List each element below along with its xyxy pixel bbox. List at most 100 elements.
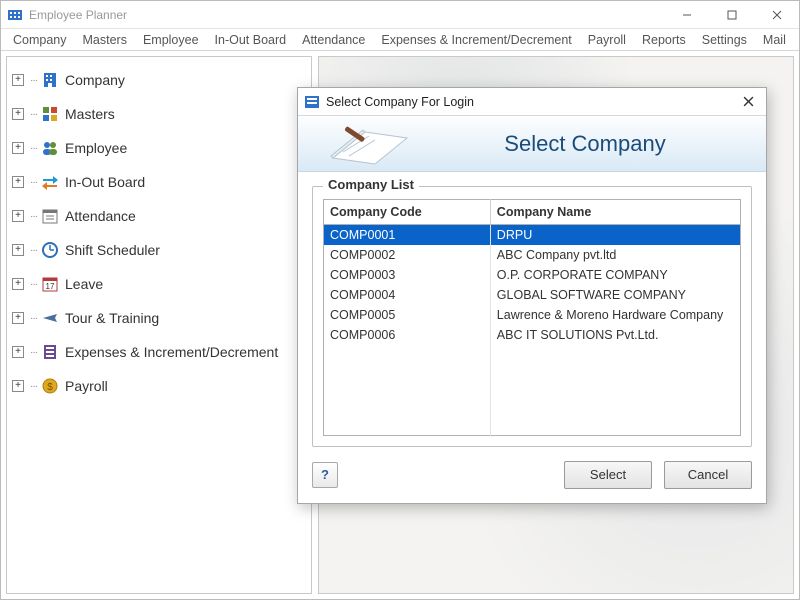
table-row: [324, 399, 741, 417]
clock-icon: [41, 241, 59, 259]
tree-item[interactable]: +···17Leave: [10, 267, 308, 301]
tree-item[interactable]: + ··· Employee: [10, 131, 308, 165]
menu-employee[interactable]: Employee: [135, 31, 207, 49]
notebook-icon: [308, 120, 418, 168]
select-company-dialog: Select Company For Login Select Company …: [297, 87, 767, 504]
tree-connector: ···: [30, 347, 37, 358]
tree-item-label: Employee: [65, 140, 127, 156]
tree-item-label: Masters: [65, 106, 115, 122]
window-maximize-button[interactable]: [709, 1, 754, 28]
menu-help[interactable]: Help: [794, 31, 800, 49]
tree-item[interactable]: + ··· Attendance: [10, 199, 308, 233]
svg-text:17: 17: [46, 282, 55, 291]
menu-payroll[interactable]: Payroll: [580, 31, 634, 49]
tree-item-label: Leave: [65, 276, 103, 292]
tree-connector: ···: [30, 143, 37, 154]
cell-company-name: O.P. CORPORATE COMPANY: [490, 265, 740, 285]
select-button[interactable]: Select: [564, 461, 652, 489]
ledger-icon: [41, 343, 59, 361]
cancel-button[interactable]: Cancel: [664, 461, 752, 489]
menu-settings[interactable]: Settings: [694, 31, 755, 49]
tree-item[interactable]: + ··· Expenses & Increment/Decrement: [10, 335, 308, 369]
help-button[interactable]: ?: [312, 462, 338, 488]
table-row[interactable]: COMP0002ABC Company pvt.ltd: [324, 245, 741, 265]
dialog-titlebar[interactable]: Select Company For Login: [298, 88, 766, 116]
table-row: [324, 381, 741, 399]
coin-icon: $: [41, 377, 59, 395]
tree-item[interactable]: +···Shift Scheduler: [10, 233, 308, 267]
building-icon: [41, 71, 59, 89]
expand-icon[interactable]: +: [12, 108, 24, 120]
table-row: [324, 417, 741, 435]
table-row[interactable]: COMP0006ABC IT SOLUTIONS Pvt.Ltd.: [324, 325, 741, 345]
tree-connector: ···: [30, 211, 37, 222]
cell-company-name: ABC Company pvt.ltd: [490, 245, 740, 265]
calendar-date-icon: 17: [41, 275, 59, 293]
expand-icon[interactable]: +: [12, 312, 24, 324]
expand-icon[interactable]: +: [12, 176, 24, 188]
tree-item-label: Company: [65, 72, 125, 88]
tree-connector: ···: [30, 245, 37, 256]
window-minimize-button[interactable]: [664, 1, 709, 28]
menu-mail[interactable]: Mail: [755, 31, 794, 49]
tree-item-label: In-Out Board: [65, 174, 145, 190]
col-company-name[interactable]: Company Name: [490, 200, 740, 225]
dialog-header: Select Company: [298, 116, 766, 172]
cell-company-name: GLOBAL SOFTWARE COMPANY: [490, 285, 740, 305]
people-icon: [41, 139, 59, 157]
cell-company-code: COMP0002: [324, 245, 491, 265]
tree-connector: ···: [30, 313, 37, 324]
tree-item[interactable]: +···Tour & Training: [10, 301, 308, 335]
company-table[interactable]: Company Code Company Name COMP0001DRPUCO…: [323, 199, 741, 436]
expand-icon[interactable]: +: [12, 210, 24, 222]
table-row[interactable]: COMP0001DRPU: [324, 225, 741, 246]
tree-connector: ···: [30, 109, 37, 120]
blocks-icon: [41, 105, 59, 123]
cell-company-name: DRPU: [490, 225, 740, 246]
cell-company-code: COMP0003: [324, 265, 491, 285]
menu-masters[interactable]: Masters: [75, 31, 135, 49]
expand-icon[interactable]: +: [12, 142, 24, 154]
svg-text:$: $: [47, 382, 53, 393]
cell-company-code: COMP0001: [324, 225, 491, 246]
cell-company-code: COMP0006: [324, 325, 491, 345]
table-row[interactable]: COMP0005Lawrence & Moreno Hardware Compa…: [324, 305, 741, 325]
menu-inoutboard[interactable]: In-Out Board: [207, 31, 295, 49]
expand-icon[interactable]: +: [12, 346, 24, 358]
window-close-button[interactable]: [754, 1, 799, 28]
dialog-header-title: Select Company: [418, 131, 752, 157]
expand-icon[interactable]: +: [12, 380, 24, 392]
expand-icon[interactable]: +: [12, 74, 24, 86]
dialog-title: Select Company For Login: [326, 95, 730, 109]
table-row: [324, 345, 741, 363]
table-row[interactable]: COMP0004GLOBAL SOFTWARE COMPANY: [324, 285, 741, 305]
cell-company-code: COMP0005: [324, 305, 491, 325]
tree-item-label: Expenses & Increment/Decrement: [65, 344, 278, 360]
cell-company-code: COMP0004: [324, 285, 491, 305]
dialog-close-button[interactable]: [730, 88, 766, 115]
table-row[interactable]: COMP0003O.P. CORPORATE COMPANY: [324, 265, 741, 285]
plane-icon: [41, 309, 59, 327]
cell-company-name: Lawrence & Moreno Hardware Company: [490, 305, 740, 325]
navigation-tree: +···Company+···Masters+···Employee+···In…: [6, 56, 312, 594]
tree-item[interactable]: + ··· Masters: [10, 97, 308, 131]
menu-reports[interactable]: Reports: [634, 31, 694, 49]
app-icon: [7, 7, 23, 23]
company-list-legend: Company List: [323, 177, 419, 192]
tree-item[interactable]: +···In-Out Board: [10, 165, 308, 199]
tree-item-label: Attendance: [65, 208, 136, 224]
expand-icon[interactable]: +: [12, 278, 24, 290]
col-company-code[interactable]: Company Code: [324, 200, 491, 225]
company-list-fieldset: Company List Company Code Company Name C…: [312, 186, 752, 447]
tree-item-label: Payroll: [65, 378, 108, 394]
window-title: Employee Planner: [29, 8, 664, 22]
cell-company-name: ABC IT SOLUTIONS Pvt.Ltd.: [490, 325, 740, 345]
menu-attendance[interactable]: Attendance: [294, 31, 373, 49]
tree-item[interactable]: +···$Payroll: [10, 369, 308, 403]
table-row: [324, 363, 741, 381]
expand-icon[interactable]: +: [12, 244, 24, 256]
tree-item[interactable]: + ··· Company: [10, 63, 308, 97]
menu-expenses[interactable]: Expenses & Increment/Decrement: [373, 31, 579, 49]
menu-company[interactable]: Company: [5, 31, 75, 49]
tree-connector: ···: [30, 75, 37, 86]
